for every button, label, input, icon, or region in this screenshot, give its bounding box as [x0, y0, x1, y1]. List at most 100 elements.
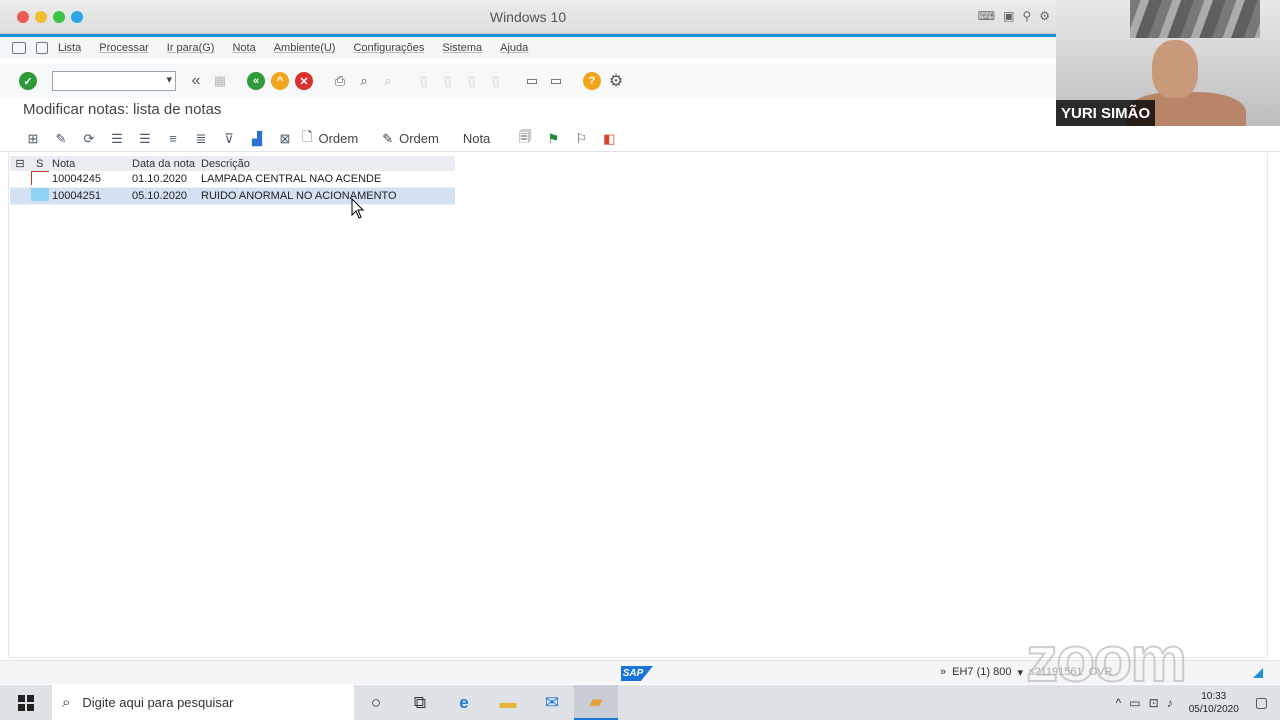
- new-session-icon[interactable]: ▭: [522, 71, 542, 91]
- menu-ajuda[interactable]: Ajuda: [500, 42, 528, 54]
- shortcut-icon[interactable]: ▭: [546, 71, 566, 91]
- find-icon[interactable]: ⌕: [354, 71, 374, 91]
- sort-descending-icon[interactable]: ☰: [134, 130, 156, 148]
- chip-icon[interactable]: ▣: [1003, 9, 1014, 23]
- zoom-watermark: zoom: [1025, 622, 1188, 696]
- task-view-icon[interactable]: ⧉: [398, 685, 442, 720]
- enter-button[interactable]: ✓: [18, 71, 38, 91]
- status-cell[interactable]: [30, 188, 51, 204]
- data-cell[interactable]: 05.10.2020: [132, 190, 201, 202]
- start-button[interactable]: [0, 685, 52, 720]
- search-placeholder: Digite aqui para pesquisar: [82, 695, 234, 710]
- notes-grid: ⊟ S Nota Data da nota Descrição 10004245…: [10, 156, 455, 205]
- save-icon[interactable]: ▦: [210, 71, 230, 91]
- find-next-icon[interactable]: ⌕: [378, 71, 398, 91]
- nota-label: Nota: [462, 131, 491, 146]
- document-icon: 🗋: [302, 128, 313, 144]
- system-info-text[interactable]: EH7 (1) 800: [952, 666, 1011, 679]
- menu-lista[interactable]: Lista: [58, 42, 81, 54]
- column-header-data[interactable]: Data da nota: [132, 158, 201, 170]
- help-icon: ?: [583, 72, 601, 90]
- nota-button[interactable]: Nota: [463, 131, 490, 146]
- resize-grip-icon[interactable]: [1253, 668, 1263, 678]
- volume-icon[interactable]: ♪: [1167, 696, 1173, 710]
- table-row[interactable]: 10004251 05.10.2020 RUIDO ANORMAL NO ACI…: [10, 188, 455, 205]
- window-title: Windows 10: [489, 9, 567, 25]
- file-explorer-icon[interactable]: ▬: [486, 685, 530, 720]
- expand-status-icon[interactable]: »: [940, 666, 946, 679]
- check-icon: ✓: [19, 72, 37, 90]
- keyboard-icon[interactable]: ⌨: [978, 9, 995, 23]
- sap-logon-icon[interactable]: ▰: [574, 685, 618, 720]
- usb-icon[interactable]: ⚲: [1022, 9, 1031, 23]
- mail-icon[interactable]: ✉: [530, 685, 574, 720]
- search-icon: ⌕: [62, 694, 71, 711]
- green-flag-icon[interactable]: ⚑: [542, 130, 564, 148]
- settings-icon[interactable]: ⚙: [1039, 9, 1050, 23]
- last-page-icon[interactable]: ▯: [486, 71, 506, 91]
- document-list-icon[interactable]: 🗐: [514, 129, 536, 148]
- next-page-icon[interactable]: ▯: [462, 71, 482, 91]
- status-cell[interactable]: [30, 170, 51, 188]
- cortana-icon[interactable]: ○: [354, 685, 398, 720]
- column-header-descricao[interactable]: Descrição: [201, 158, 455, 170]
- export-icon[interactable]: ⊠: [274, 130, 296, 148]
- change-order-label: Ordem: [399, 131, 439, 146]
- help-button[interactable]: ?: [582, 71, 602, 91]
- exit-button[interactable]: ^: [270, 71, 290, 91]
- nota-cell[interactable]: 10004245: [51, 173, 132, 185]
- clock[interactable]: 10:33 05/10/2020: [1189, 690, 1239, 716]
- column-header-s[interactable]: S: [30, 158, 51, 170]
- sap-logo: SAP: [621, 666, 653, 681]
- edge-icon[interactable]: e: [442, 685, 486, 720]
- layout-icon[interactable]: ⊟: [10, 157, 30, 170]
- descricao-cell[interactable]: LAMPADA CENTRAL NAO ACENDE: [201, 173, 455, 185]
- participant-video: YURI SIMÃO: [1056, 0, 1280, 126]
- graphic-icon[interactable]: ▟: [246, 130, 268, 148]
- first-page-icon[interactable]: ▯: [414, 71, 434, 91]
- back-button[interactable]: «: [246, 71, 266, 91]
- sort-ascending-icon[interactable]: ☰: [106, 130, 128, 148]
- menu-configuracoes[interactable]: Configurações: [353, 42, 424, 54]
- network-icon[interactable]: ⊡: [1149, 696, 1159, 710]
- descricao-cell[interactable]: RUIDO ANORMAL NO ACIONAMENTO: [201, 190, 455, 202]
- notifications-icon[interactable]: ▢: [1255, 694, 1268, 711]
- battery-icon[interactable]: ▭: [1129, 696, 1140, 710]
- chevron-up-icon[interactable]: ^: [1116, 696, 1122, 710]
- page-title: Modificar notas: lista de notas: [23, 101, 222, 118]
- menu-nota[interactable]: Nota: [232, 42, 255, 54]
- command-field[interactable]: [52, 71, 176, 91]
- cancel-button[interactable]: ✕: [294, 71, 314, 91]
- refresh-icon[interactable]: ⟳: [78, 130, 100, 148]
- column-header-nota[interactable]: Nota: [51, 158, 132, 170]
- change-order-button[interactable]: ✎ Ordem: [382, 131, 439, 147]
- print-icon[interactable]: ⎙: [330, 71, 350, 91]
- taskbar-search[interactable]: ⌕ Digite aqui para pesquisar: [52, 685, 354, 720]
- data-cell[interactable]: 01.10.2020: [132, 173, 201, 185]
- create-order-button[interactable]: 🗋 Ordem: [302, 128, 358, 150]
- menu-flag-icon[interactable]: [36, 42, 48, 54]
- participant-name: YURI SIMÃO: [1056, 100, 1156, 126]
- overview-icon[interactable]: ◧: [598, 130, 620, 148]
- gear-icon[interactable]: ⚙: [606, 71, 626, 91]
- menu-ambiente[interactable]: Ambiente(U): [274, 42, 336, 54]
- filter-icon[interactable]: ⊽: [218, 130, 240, 148]
- subtotal-icon[interactable]: ≣: [190, 130, 212, 148]
- menu-list-icon[interactable]: [12, 42, 26, 54]
- menu-processar[interactable]: Processar: [99, 42, 149, 54]
- details-icon[interactable]: ⊞: [22, 130, 44, 148]
- up-icon: ^: [271, 72, 289, 90]
- grid-header: ⊟ S Nota Data da nota Descrição: [10, 156, 455, 171]
- edit-icon[interactable]: ✎: [50, 130, 72, 148]
- menu-sistema[interactable]: Sistema: [442, 42, 482, 54]
- dropdown-icon[interactable]: ▾: [1017, 666, 1023, 679]
- align-icon[interactable]: ≡: [162, 130, 184, 148]
- collapse-icon[interactable]: «: [186, 71, 206, 91]
- menu-ir-para[interactable]: Ir para(G): [167, 42, 215, 54]
- nota-cell[interactable]: 10004251: [51, 190, 132, 202]
- table-row[interactable]: 10004245 01.10.2020 LAMPADA CENTRAL NAO …: [10, 170, 455, 188]
- clock-time: 10:33: [1201, 690, 1227, 702]
- checkered-flag-icon[interactable]: ⚐: [570, 130, 592, 148]
- previous-page-icon[interactable]: ▯: [438, 71, 458, 91]
- status-box: [31, 170, 49, 185]
